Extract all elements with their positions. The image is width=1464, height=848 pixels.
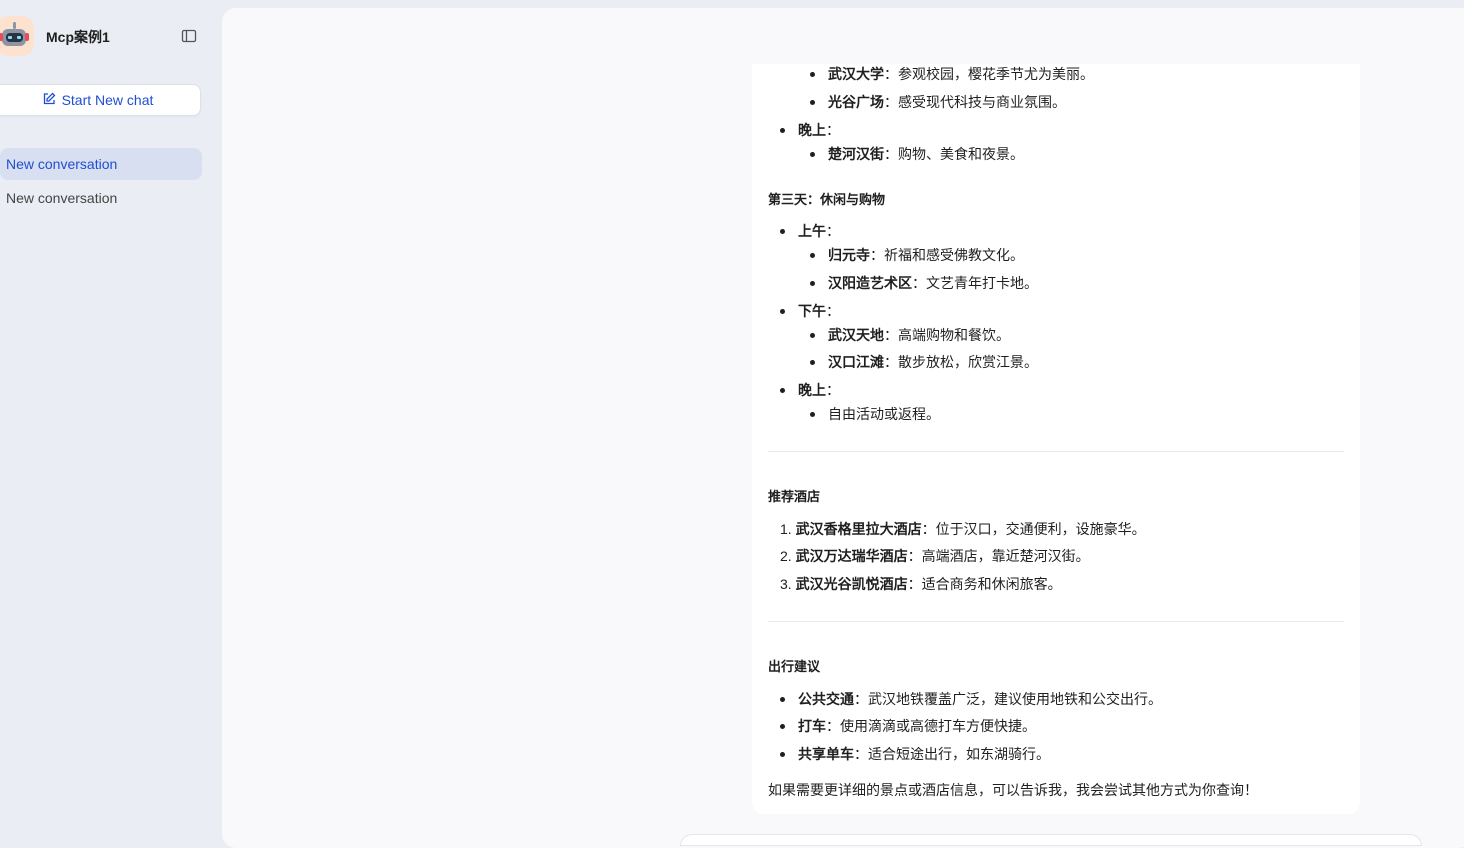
assistant-message: 武汉大学：参观校园，樱花季节尤为美丽。 光谷广场：感受现代科技与商业氛围。 晚上…	[752, 48, 1360, 814]
list-item: 公共交通：武汉地铁覆盖广泛，建议使用地铁和公交出行。	[798, 691, 1162, 707]
section-heading: 出行建议	[768, 659, 821, 674]
list-item: 自由活动或返程。	[828, 406, 940, 422]
conversation-item[interactable]: New conversation	[0, 182, 202, 214]
list-item: 武汉天地：高端购物和餐饮。	[828, 327, 1010, 343]
chat-header	[222, 8, 1464, 64]
list-item: 晚上：	[798, 122, 840, 138]
app-title: Mcp案例1	[46, 29, 110, 45]
sidebar: Mcp案例1 Start New chat New conversation N…	[0, 0, 222, 838]
list-item: 3. 武汉光谷凯悦酒店：适合商务和休闲旅客。	[780, 576, 1062, 592]
closing-paragraph: 如果需要更详细的景点或酒店信息，可以告诉我，我会尝试其他方式为你查询！	[768, 782, 1258, 798]
list-item: 光谷广场：感受现代科技与商业氛围。	[828, 94, 1066, 110]
list-item: 下午：	[798, 303, 840, 319]
list-item: 上午：	[798, 223, 840, 239]
start-new-chat-button[interactable]: Start New chat	[0, 84, 201, 116]
start-new-chat-label: Start New chat	[61, 92, 154, 108]
list-item: 武汉大学：参观校园，樱花季节尤为美丽。	[828, 66, 1094, 82]
list-item: 2. 武汉万达瑞华酒店：高端酒店，靠近楚河汉街。	[780, 548, 1090, 564]
list-item: 归元寺：祈福和感受佛教文化。	[828, 247, 1024, 263]
conversation-item-active[interactable]: New conversation	[0, 148, 202, 180]
list-item: 共享单车：适合短途出行，如东湖骑行。	[798, 746, 1050, 762]
section-heading: 第三天：休闲与购物	[768, 192, 886, 207]
section-heading: 推荐酒店	[768, 489, 821, 504]
list-item: 汉口江滩：散步放松，欣赏江景。	[828, 354, 1038, 370]
list-item: 1. 武汉香格里拉大酒店：位于汉口，交通便利，设施豪华。	[780, 521, 1146, 537]
brand-header: Mcp案例1	[0, 14, 222, 58]
list-item: 楚河汉街：购物、美食和夜景。	[828, 146, 1024, 162]
list-item: 晚上：	[798, 382, 840, 398]
robot-avatar-icon	[0, 16, 34, 56]
divider	[768, 451, 1344, 452]
chat-main: 武汉大学：参观校园，樱花季节尤为美丽。 光谷广场：感受现代科技与商业氛围。 晚上…	[222, 8, 1464, 848]
edit-icon	[42, 92, 56, 109]
chat-input-box[interactable]	[680, 834, 1422, 846]
list-item: 汉阳造艺术区：文艺青年打卡地。	[828, 275, 1038, 291]
divider	[768, 621, 1344, 622]
list-item: 打车：使用滴滴或高德打车方便快捷。	[798, 718, 1036, 734]
sidebar-toggle-icon[interactable]	[181, 28, 197, 44]
